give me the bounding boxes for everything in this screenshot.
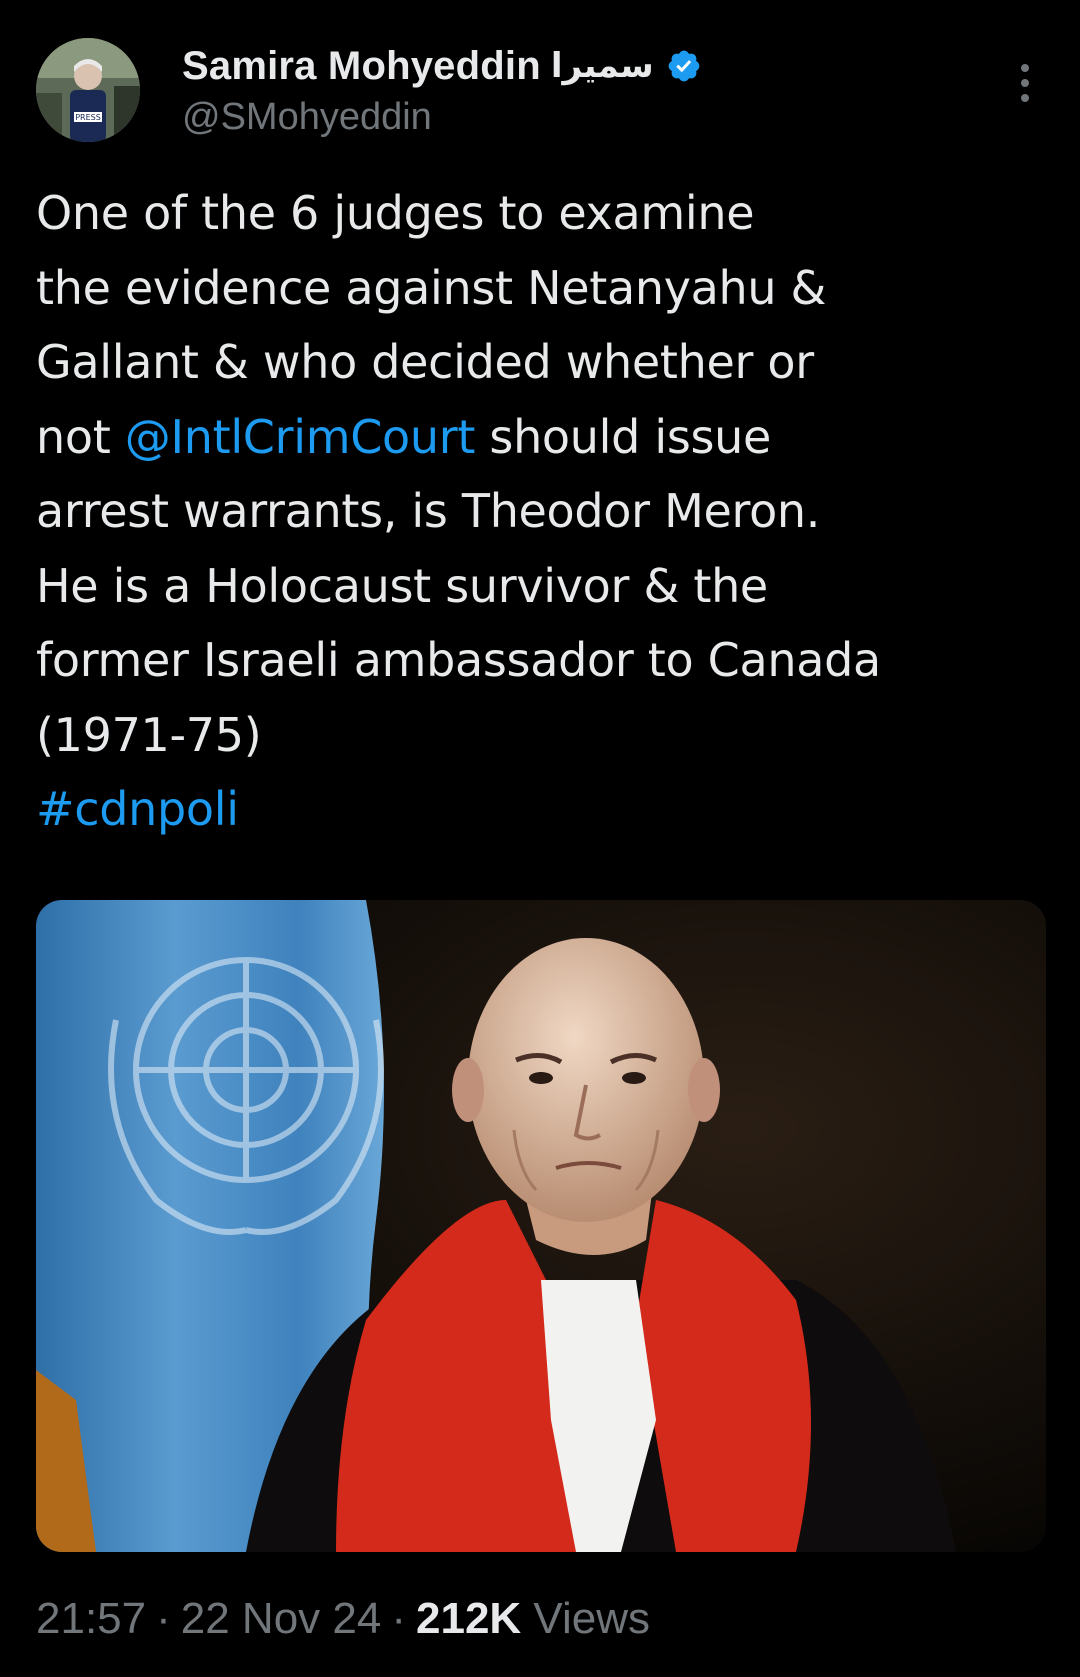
tweet-text-segment: should issue (475, 409, 772, 464)
tweet-text: One of the 6 judges to examine the eviden… (36, 176, 1046, 847)
more-options-icon[interactable] (1010, 58, 1040, 108)
tweet: PRESS Samira Mohyeddin سميرا @SMohyeddin… (0, 0, 1080, 1677)
tweet-media-image[interactable] (36, 900, 1046, 1552)
tweet-text-segment: arrest warrants, is Theodor Meron. (36, 484, 821, 538)
hashtag-link[interactable]: #cdnpoli (36, 782, 239, 836)
judge-portrait-photo (36, 900, 1046, 1552)
display-name[interactable]: Samira Mohyeddin (182, 44, 541, 89)
tweet-text-line: former Israeli ambassador to Canada (36, 623, 1046, 698)
tweet-text-line: (1971-75) (36, 698, 1046, 773)
mention-link[interactable]: @IntlCrimCourt (125, 410, 476, 464)
tweet-text-line: #cdnpoli (36, 772, 1046, 847)
verified-badge-icon (666, 48, 702, 84)
tweet-meta: 21:57 · 22 Nov 24 · 212K Views (36, 1594, 650, 1644)
author-handle[interactable]: @SMohyeddin (182, 96, 432, 139)
tweet-text-line: not @IntlCrimCourt should issue (36, 400, 1046, 475)
author-name-row[interactable]: Samira Mohyeddin سميرا (182, 40, 702, 92)
tweet-text-segment: (1971-75) (36, 707, 262, 762)
tweet-text-segment: former Israeli ambassador to Canada (36, 633, 881, 687)
views-count[interactable]: 212K (416, 1594, 521, 1643)
tweet-text-segment: the evidence against Netanyahu & (36, 260, 827, 315)
avatar-photo: PRESS (36, 38, 140, 142)
avatar[interactable]: PRESS (36, 38, 140, 142)
tweet-text-line: arrest warrants, is Theodor Meron. (36, 474, 1046, 549)
tweet-text-line: One of the 6 judges to examine (36, 176, 1046, 251)
tweet-text-line: the evidence against Netanyahu & (36, 251, 1046, 326)
meta-separator: · (391, 1594, 406, 1643)
tweet-time[interactable]: 21:57 (36, 1594, 146, 1643)
tweet-text-segment: He is a Holocaust survivor & the (36, 558, 768, 613)
tweet-text-segment: not (36, 409, 125, 464)
tweet-text-segment: One of the 6 judges to examine (36, 186, 755, 240)
avatar-badge-text: PRESS (75, 113, 101, 122)
arabic-name[interactable]: سميرا (551, 46, 654, 86)
tweet-text-segment: Gallant & who decided whether or (36, 335, 814, 389)
tweet-text-line: He is a Holocaust survivor & the (36, 549, 1046, 624)
tweet-text-line: Gallant & who decided whether or (36, 325, 1046, 400)
meta-separator: · (156, 1594, 171, 1643)
tweet-date[interactable]: 22 Nov 24 (181, 1594, 382, 1643)
views-label[interactable]: Views (533, 1594, 650, 1643)
